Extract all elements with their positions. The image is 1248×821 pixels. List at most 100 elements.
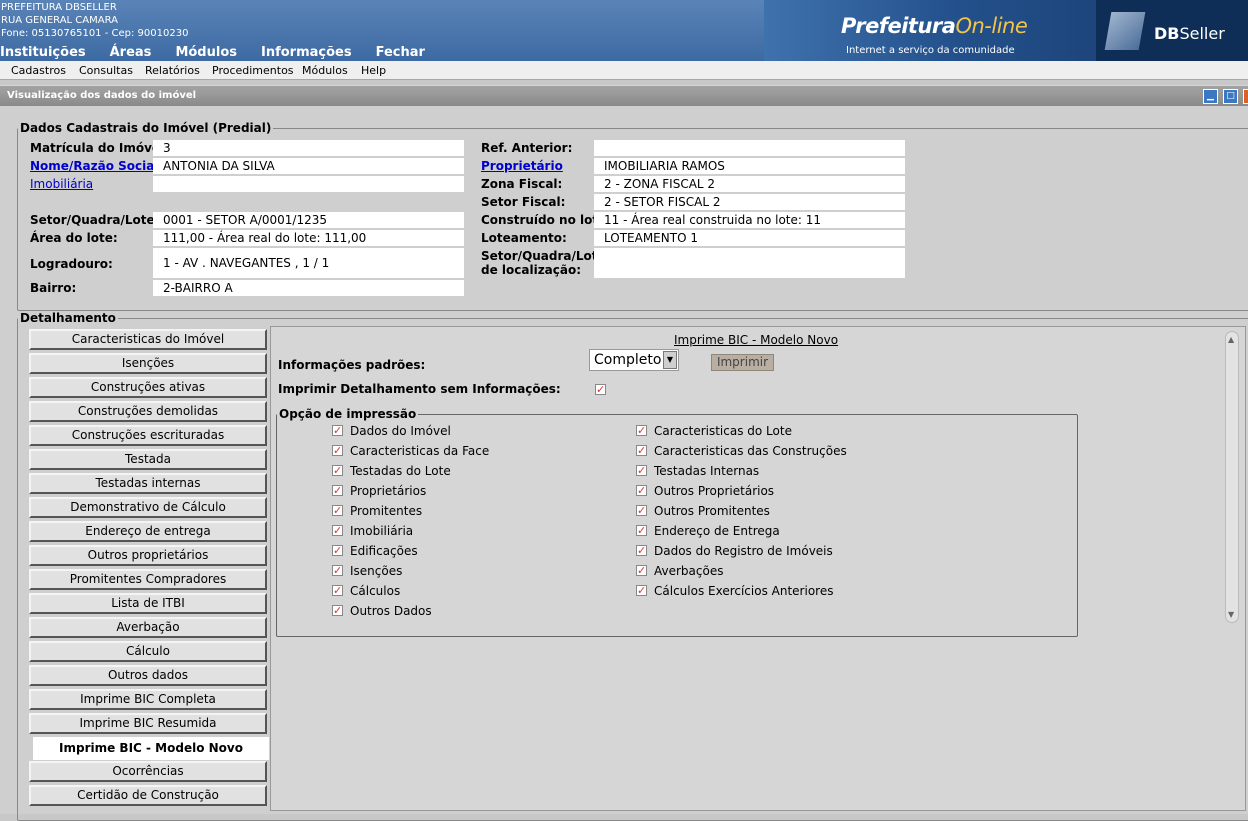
setor-label: Setor/Quadra/Lote: <box>30 213 160 227</box>
setor-value: 0001 - SETOR A/0001/1235 <box>153 212 464 228</box>
opt-testadas-lote-label: Testadas do Lote <box>350 464 451 478</box>
scroll-up-icon[interactable]: ▲ <box>1228 335 1234 344</box>
opt-outros-proprietarios-label: Outros Proprietários <box>654 484 775 498</box>
nav-ocorrencias[interactable]: Ocorrências <box>29 761 267 782</box>
opt-proprietarios-checkbox[interactable] <box>332 485 343 496</box>
nav-testada[interactable]: Testada <box>29 449 267 470</box>
imobiliaria-value <box>153 176 464 192</box>
proprietario-link[interactable]: Proprietário <box>481 159 563 173</box>
logradouro-label: Logradouro: <box>30 257 113 271</box>
opt-outros-promitentes-checkbox[interactable] <box>636 505 647 516</box>
nav-imprime-bic-modelo-novo[interactable]: Imprime BIC - Modelo Novo <box>33 737 269 760</box>
opt-imobiliaria-checkbox[interactable] <box>332 525 343 536</box>
submenu-help[interactable]: Help <box>361 64 386 77</box>
submenu-modulos[interactable]: Módulos <box>302 64 348 77</box>
imprimir-button[interactable]: Imprimir <box>711 354 774 371</box>
opt-caracteristicas-lote-checkbox[interactable] <box>636 425 647 436</box>
opt-outros-dados-checkbox[interactable] <box>332 605 343 616</box>
nav-outros-dados[interactable]: Outros dados <box>29 665 267 686</box>
detalhamento-sem-info-checkbox[interactable] <box>595 384 606 395</box>
area-label: Área do lote: <box>30 231 118 245</box>
chevron-down-icon: ▼ <box>663 351 677 369</box>
dbseller-text: DBSeller <box>1154 24 1225 43</box>
nav-outros-proprietarios[interactable]: Outros proprietários <box>29 545 267 566</box>
opt-endereco-entrega-checkbox[interactable] <box>636 525 647 536</box>
menu-informacoes[interactable]: Informações <box>261 45 352 60</box>
ref-label: Ref. Anterior: <box>481 141 573 155</box>
opcao-impressao-legend: Opção de impressão <box>279 407 417 421</box>
setor-fiscal-label: Setor Fiscal: <box>481 195 566 209</box>
nav-construcoes-escrituradas[interactable]: Construções escrituradas <box>29 425 267 446</box>
zona-label: Zona Fiscal: <box>481 177 563 191</box>
menu-instituicoes[interactable]: Instituições <box>0 45 86 60</box>
opt-calculos-anteriores-checkbox[interactable] <box>636 585 647 596</box>
opt-imobiliaria-label: Imobiliária <box>350 524 414 538</box>
submenu-consultas[interactable]: Consultas <box>79 64 133 77</box>
nav-testadas-internas[interactable]: Testadas internas <box>29 473 267 494</box>
zona-value: 2 - ZONA FISCAL 2 <box>594 176 905 192</box>
opt-caracteristicas-construcoes-checkbox[interactable] <box>636 445 647 456</box>
opt-calculos-anteriores-label: Cálculos Exercícios Anteriores <box>654 584 834 598</box>
nome-link[interactable]: Nome/Razão Social: <box>30 159 163 173</box>
opt-dados-imovel-checkbox[interactable] <box>332 425 343 436</box>
opt-testadas-lote-checkbox[interactable] <box>332 465 343 476</box>
loteamento-label: Loteamento: <box>481 231 567 245</box>
nav-construcoes-ativas[interactable]: Construções ativas <box>29 377 267 398</box>
bairro-value: 2-BAIRRO A <box>153 280 464 296</box>
menu-areas[interactable]: Áreas <box>110 45 152 60</box>
nav-caracteristicas-imovel[interactable]: Caracteristicas do Imóvel <box>29 329 267 350</box>
window-content: Dados Cadastrais do Imóvel (Predial) Mat… <box>0 106 1248 821</box>
prefeitura-online-logo: PrefeituraOn-line <box>841 14 1028 38</box>
logradouro-value: 1 - AV . NAVEGANTES , 1 / 1 <box>153 248 464 278</box>
nav-construcoes-demolidas[interactable]: Construções demolidas <box>29 401 267 422</box>
opt-outros-proprietarios-checkbox[interactable] <box>636 485 647 496</box>
opt-isencoes-label: Isenções <box>350 564 403 578</box>
imobiliaria-link[interactable]: Imobiliária <box>30 177 93 191</box>
sql-loc-value <box>594 248 905 278</box>
window-titlebar: Visualização dos dados do imóvel ▁ □ <box>0 85 1248 106</box>
maximize-icon[interactable]: □ <box>1223 89 1238 104</box>
menu-fechar[interactable]: Fechar <box>376 45 425 60</box>
nav-isencoes[interactable]: Isenções <box>29 353 267 374</box>
submenu-procedimentos[interactable]: Procedimentos <box>212 64 294 77</box>
org-name: PREFEITURA DBSELLER <box>1 2 117 13</box>
dbseller-mark-icon <box>1104 12 1146 50</box>
minimize-icon[interactable]: ▁ <box>1203 89 1218 104</box>
dbseller-logo: DBSeller <box>1096 0 1248 61</box>
bic-modelo-novo-panel: Imprime BIC - Modelo Novo Informações pa… <box>270 326 1246 811</box>
nav-certidao-construcao[interactable]: Certidão de Construção <box>29 785 267 806</box>
panel-scrollbar[interactable]: ▲ ▼ <box>1225 331 1239 623</box>
opt-registro-imoveis-checkbox[interactable] <box>636 545 647 556</box>
nav-promitentes-compradores[interactable]: Promitentes Compradores <box>29 569 267 590</box>
submenu-cadastros[interactable]: Cadastros <box>11 64 66 77</box>
scroll-down-icon[interactable]: ▼ <box>1228 610 1234 619</box>
nav-imprime-bic-completa[interactable]: Imprime BIC Completa <box>29 689 267 710</box>
opt-caracteristicas-face-checkbox[interactable] <box>332 445 343 456</box>
bairro-label: Bairro: <box>30 281 77 295</box>
opt-testadas-internas-checkbox[interactable] <box>636 465 647 476</box>
nav-imprime-bic-resumida[interactable]: Imprime BIC Resumida <box>29 713 267 734</box>
detalhamento-legend: Detalhamento <box>20 311 116 325</box>
opt-proprietarios-label: Proprietários <box>350 484 427 498</box>
nav-calculo[interactable]: Cálculo <box>29 641 267 662</box>
opt-edificacoes-checkbox[interactable] <box>332 545 343 556</box>
nav-averbacao[interactable]: Averbação <box>29 617 267 638</box>
opt-promitentes-checkbox[interactable] <box>332 505 343 516</box>
nav-lista-itbi[interactable]: Lista de ITBI <box>29 593 267 614</box>
submenu-relatorios[interactable]: Relatórios <box>145 64 200 77</box>
window-title: Visualização dos dados do imóvel <box>7 90 197 101</box>
nav-demonstrativo-calculo[interactable]: Demonstrativo de Cálculo <box>29 497 267 518</box>
loteamento-value: LOTEAMENTO 1 <box>594 230 905 246</box>
opt-calculos-checkbox[interactable] <box>332 585 343 596</box>
ref-value <box>594 140 905 156</box>
menu-modulos[interactable]: Módulos <box>175 45 237 60</box>
opt-isencoes-checkbox[interactable] <box>332 565 343 576</box>
proprietario-value: IMOBILIARIA RAMOS <box>594 158 905 174</box>
opt-caracteristicas-face-label: Caracteristicas da Face <box>350 444 490 458</box>
close-icon[interactable] <box>1243 89 1248 104</box>
informacoes-padroes-select[interactable]: Completo ▼ <box>589 349 679 371</box>
nome-value: ANTONIA DA SILVA <box>153 158 464 174</box>
opt-averbacoes-checkbox[interactable] <box>636 565 647 576</box>
matricula-value: 3 <box>153 140 464 156</box>
nav-endereco-entrega[interactable]: Endereço de entrega <box>29 521 267 542</box>
